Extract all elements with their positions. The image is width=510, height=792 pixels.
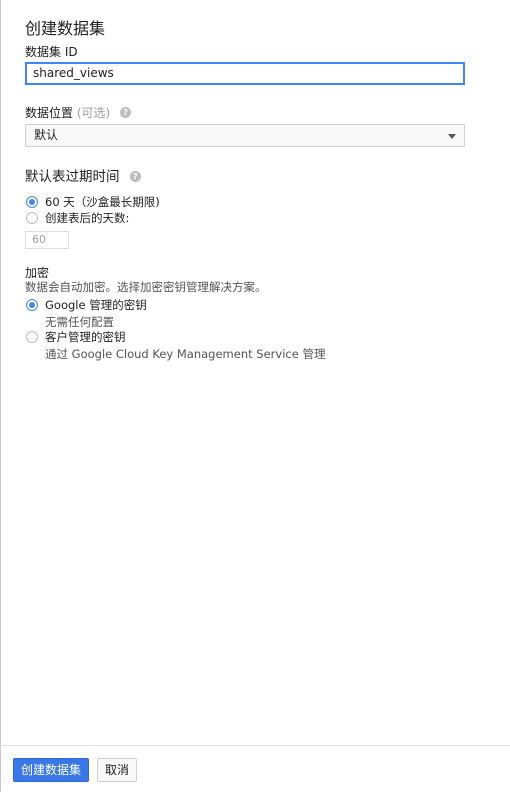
location-select[interactable]: 默认 xyxy=(25,124,465,147)
help-icon[interactable]: ? xyxy=(120,107,132,118)
expiration-days-radio[interactable] xyxy=(26,212,38,224)
encryption-description: 数据会自动加密。选择加密密钥管理解决方案。 xyxy=(25,280,267,294)
google-key-radio[interactable] xyxy=(26,299,38,311)
customer-key-label[interactable]: 客户管理的密钥 xyxy=(45,329,126,345)
location-label: 数据位置 (可选) ? xyxy=(25,104,132,121)
expiration-days-input[interactable]: 60 xyxy=(25,231,69,249)
customer-key-radio[interactable] xyxy=(26,331,38,343)
customer-key-description: 通过 Google Cloud Key Management Service 管… xyxy=(45,347,326,361)
location-label-text: 数据位置 xyxy=(25,106,74,120)
expiration-days-label[interactable]: 创建表后的天数: xyxy=(45,210,129,226)
expiration-never-radio[interactable] xyxy=(26,196,38,208)
expiration-title-text: 默认表过期时间 xyxy=(25,169,120,185)
location-optional-text: (可选) xyxy=(76,106,111,120)
dataset-id-input[interactable]: shared_views xyxy=(25,62,465,85)
location-selected-value: 默认 xyxy=(34,128,59,142)
expiration-section-title: 默认表过期时间 ? xyxy=(25,165,141,185)
dataset-id-label: 数据集 ID xyxy=(25,45,78,59)
cancel-button[interactable]: 取消 xyxy=(97,758,138,782)
panel-left-border xyxy=(0,0,1,792)
google-key-description: 无需任何配置 xyxy=(45,315,114,329)
google-key-label[interactable]: Google 管理的密钥 xyxy=(45,297,147,313)
create-dataset-button[interactable]: 创建数据集 xyxy=(13,758,90,782)
help-icon[interactable]: ? xyxy=(129,170,141,182)
expiration-never-label[interactable]: 60 天（沙盒最长期限) xyxy=(45,194,160,210)
chevron-down-icon xyxy=(448,134,456,139)
page-title: 创建数据集 xyxy=(25,19,106,38)
footer-divider xyxy=(0,745,510,746)
